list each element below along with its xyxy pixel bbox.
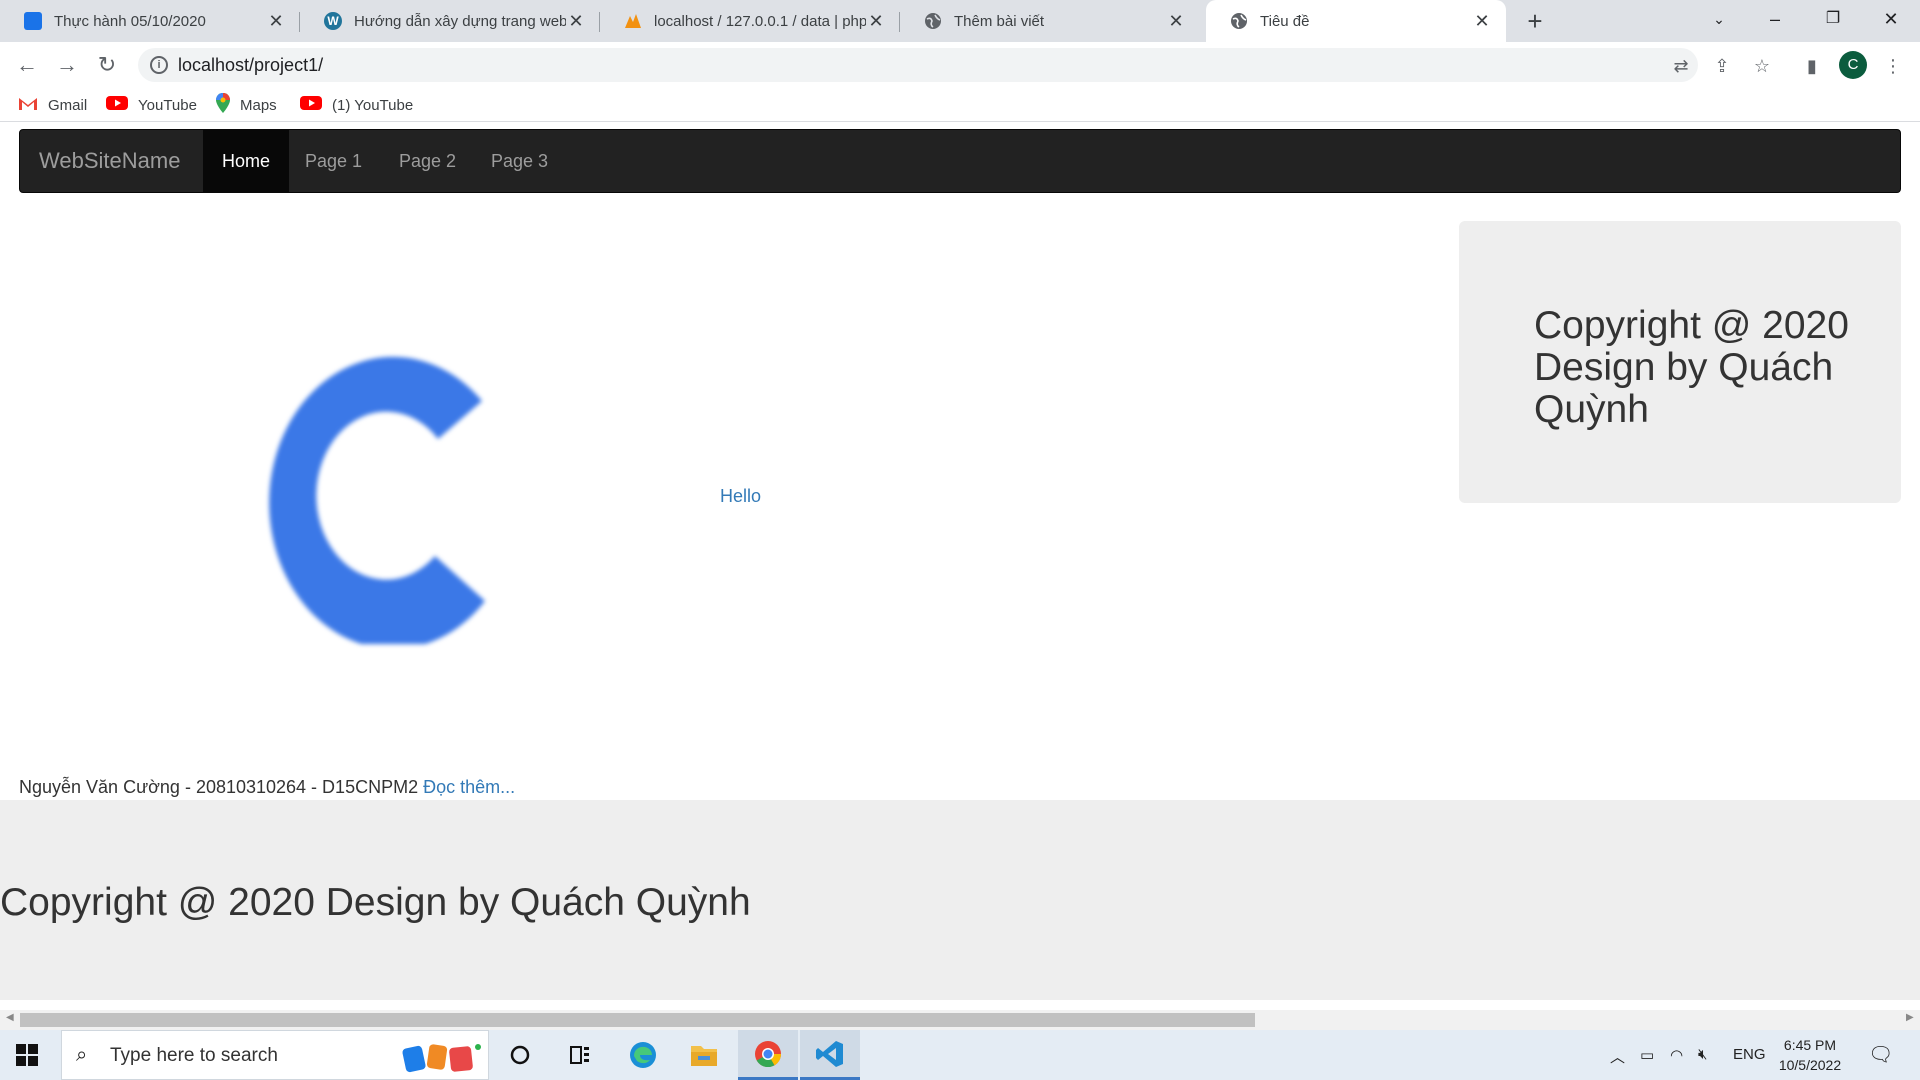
show-hidden-icons[interactable]: ︿	[1610, 1046, 1625, 1067]
horizontal-scrollbar[interactable]: ◀ ▶	[0, 1010, 1920, 1030]
scroll-right-icon[interactable]: ▶	[1906, 1012, 1914, 1023]
minimize-icon[interactable]: –	[1752, 0, 1798, 40]
bookmarks-bar: Gmail YouTube Maps (1) YouTube	[0, 88, 1920, 122]
maps-icon	[216, 93, 230, 117]
bookmark-youtube[interactable]: YouTube	[106, 94, 197, 116]
site-info-icon[interactable]: i	[150, 56, 168, 74]
task-view-icon[interactable]	[550, 1030, 610, 1080]
contacts-icon	[24, 12, 42, 30]
translate-icon[interactable]: ⇄	[1669, 54, 1693, 78]
taskbar-clock[interactable]: 6:45 PM 10/5/2022	[1765, 1035, 1855, 1075]
tab-strip: Thực hành 05/10/2020 ✕ W Hướng dẫn xây d…	[0, 0, 1920, 42]
sidebar-box: Copyright @ 2020 Design by Quách Quỳnh	[1459, 221, 1901, 503]
clock-date: 10/5/2022	[1778, 1057, 1842, 1073]
share-icon[interactable]: ⇪	[1710, 54, 1734, 78]
logo-c-image	[250, 344, 500, 649]
site-brand[interactable]: WebSiteName	[39, 130, 180, 192]
url-text[interactable]: localhost/project1/	[178, 55, 323, 76]
close-icon[interactable]: ✕	[1166, 11, 1186, 31]
tab-tieu-de[interactable]: Tiêu đề ✕	[1206, 0, 1506, 42]
youtube-icon	[106, 95, 128, 115]
site-navbar: WebSiteName Home Page 1 Page 2 Page 3	[19, 129, 1901, 193]
tab-title: Tiêu đề	[1260, 12, 1310, 30]
footer-copyright: Copyright @ 2020 Design by Quách Quỳnh	[0, 881, 751, 924]
back-icon[interactable]: ←	[12, 50, 42, 80]
bookmark-label: Maps	[240, 96, 277, 114]
wifi-icon[interactable]: ◠	[1670, 1046, 1683, 1064]
profile-avatar[interactable]: C	[1839, 51, 1867, 79]
close-icon[interactable]: ✕	[866, 11, 886, 31]
tab-them-bai-viet[interactable]: Thêm bài viết ✕	[900, 0, 1200, 42]
forward-icon[interactable]: →	[52, 50, 82, 80]
phpmyadmin-icon	[624, 12, 642, 30]
scroll-left-icon[interactable]: ◀	[6, 1012, 14, 1023]
hello-link[interactable]: Hello	[720, 486, 761, 507]
volume-muted-icon[interactable]: 🔇︎	[1698, 1046, 1707, 1063]
search-placeholder: Type here to search	[110, 1045, 278, 1066]
new-tab-button[interactable]: +	[1520, 6, 1550, 36]
window-close-icon[interactable]: ✕	[1868, 0, 1914, 40]
site-footer: Copyright @ 2020 Design by Quách Quỳnh	[0, 800, 1920, 1000]
tab-phpmyadmin[interactable]: localhost / 127.0.0.1 / data | phpM ✕	[600, 0, 900, 42]
tab-title: Thêm bài viết	[954, 12, 1045, 30]
search-icon: ⌕	[76, 1044, 88, 1066]
address-bar[interactable]: i localhost/project1/	[138, 48, 1698, 82]
wordpress-icon: W	[324, 12, 342, 30]
tab-title: localhost / 127.0.0.1 / data | phpM	[654, 12, 866, 30]
chrome-icon[interactable]	[738, 1030, 798, 1080]
notification-icon[interactable]: 🗨︎	[1868, 1042, 1893, 1067]
bookmark-star-icon[interactable]: ☆	[1750, 54, 1774, 78]
close-icon[interactable]: ✕	[566, 11, 586, 31]
nav-page-1[interactable]: Page 1	[286, 130, 381, 192]
globe-icon	[924, 12, 942, 30]
bookmark-label: Gmail	[48, 96, 88, 114]
restore-icon[interactable]: ❐	[1810, 0, 1856, 40]
tab-thuc-hanh[interactable]: Thực hành 05/10/2020 ✕	[0, 0, 300, 42]
search-highlight-icon	[400, 1041, 484, 1073]
taskbar-search[interactable]: ⌕ Type here to search	[61, 1030, 489, 1080]
read-more-link[interactable]: Đọc thêm...	[423, 777, 515, 797]
edge-icon[interactable]	[613, 1030, 673, 1080]
tab-huong-dan[interactable]: W Hướng dẫn xây dựng trang web l ✕	[300, 0, 600, 42]
windows-start-icon[interactable]	[16, 1044, 38, 1066]
nav-home[interactable]: Home	[203, 130, 290, 192]
clock-time: 6:45 PM	[1783, 1037, 1837, 1053]
windows-taskbar: ⌕ Type here to search ︿ ▭ ◠ 🔇︎ ENG 6:45 …	[0, 1030, 1920, 1080]
close-icon[interactable]: ✕	[1472, 11, 1492, 31]
bookmark-maps[interactable]: Maps	[216, 93, 277, 117]
globe-icon	[1230, 12, 1248, 30]
file-explorer-icon[interactable]	[674, 1030, 734, 1080]
close-icon[interactable]: ✕	[266, 11, 286, 31]
battery-icon[interactable]: ▭	[1640, 1046, 1654, 1064]
gmail-icon	[18, 95, 38, 115]
language-indicator[interactable]: ENG	[1733, 1046, 1766, 1063]
youtube-icon	[300, 95, 322, 115]
reload-icon[interactable]: ↻	[92, 50, 122, 80]
bookmark-label: (1) YouTube	[332, 96, 414, 114]
sidebar-copyright: Copyright @ 2020 Design by Quách Quỳnh	[1534, 304, 1849, 431]
bookmark-label: YouTube	[138, 96, 197, 114]
scrollbar-thumb[interactable]	[20, 1013, 1255, 1027]
tab-title: Thực hành 05/10/2020	[54, 12, 206, 30]
author-credit: Nguyễn Văn Cường - 20810310264 - D15CNPM…	[19, 777, 515, 798]
tab-title: Hướng dẫn xây dựng trang web l	[354, 12, 566, 30]
browser-toolbar: ← → ↻ i localhost/project1/ ⇄ ⇪ ☆ ▮ C ⋮	[0, 42, 1920, 88]
nav-page-2[interactable]: Page 2	[380, 130, 475, 192]
cortana-icon[interactable]	[490, 1030, 550, 1080]
bookmark-youtube-1[interactable]: (1) YouTube	[300, 94, 413, 116]
author-text: Nguyễn Văn Cường - 20810310264 - D15CNPM…	[19, 777, 419, 797]
nav-page-3[interactable]: Page 3	[472, 130, 567, 192]
vscode-icon[interactable]	[800, 1030, 860, 1080]
menu-icon[interactable]: ⋮	[1881, 54, 1905, 78]
bookmark-gmail[interactable]: Gmail	[18, 94, 87, 116]
web-page: WebSiteName Home Page 1 Page 2 Page 3 He…	[0, 122, 1920, 1010]
tab-search-icon[interactable]: ⌄	[1696, 0, 1742, 40]
side-panel-icon[interactable]: ▮	[1800, 54, 1824, 78]
